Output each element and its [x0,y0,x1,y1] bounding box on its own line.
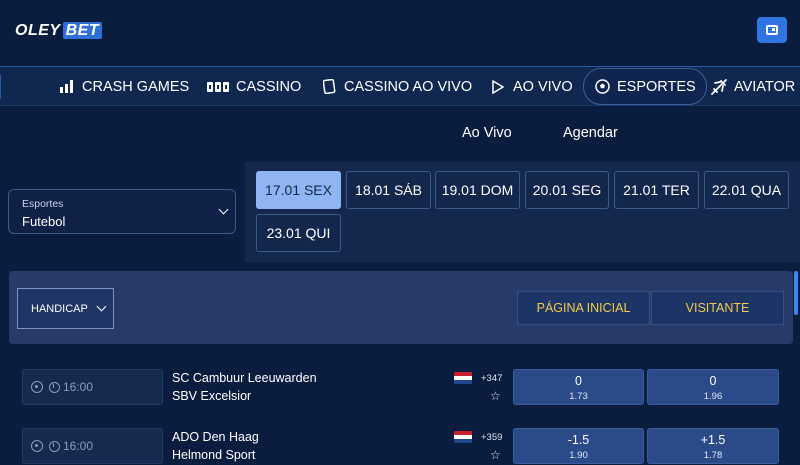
home-team-name[interactable]: ADO Den Haag [172,430,259,444]
date-button[interactable]: 19.01 DOM [435,171,520,209]
chevron-down-icon [96,301,107,312]
tab-ao-vivo[interactable]: Ao Vivo [462,125,512,141]
odds-button-away[interactable]: +1.5 1.78 [647,428,779,464]
soccer-ball-icon [594,79,610,95]
play-icon [490,79,506,95]
star-icon[interactable]: ☆ [490,390,501,402]
date-button[interactable]: 20.01 SEG [525,171,609,209]
bar-chart-icon [59,79,75,95]
date-button[interactable]: 18.01 SÁB [346,171,431,209]
home-column-header: PÁGINA INICIAL [517,291,650,325]
sport-select[interactable]: Esportes Futebol [8,189,236,234]
match-time: 16:00 [22,428,163,464]
match-time: 16:00 [22,369,163,405]
nav-item-ao-vivo[interactable]: AO VIVO [490,67,573,106]
match-time-value: 16:00 [63,439,94,453]
date-button[interactable]: 22.01 QUA [704,171,789,209]
home-team-name[interactable]: SC Cambuur Leeuwarden [172,371,317,385]
sport-select-label: Esportes [22,198,64,210]
more-bets-link[interactable]: +359 [481,432,502,443]
tab-agendar[interactable]: Agendar [563,125,618,141]
date-button[interactable]: 17.01 SEX [256,171,341,209]
soccer-ball-icon [31,440,43,452]
nav-label: AVIATOR [734,78,796,95]
odds-button-home[interactable]: -1.5 1.90 [513,428,644,464]
main-nav: CRASH GAMES CASSINO CASSINO AO VIVO AO V… [0,66,800,106]
chevron-down-icon [218,204,229,215]
nav-item-crash-games[interactable]: CRASH GAMES [59,67,189,106]
netherlands-flag-icon [454,372,472,384]
logo-accent: BET [62,22,103,39]
odds-value: 1.73 [569,391,588,402]
odds-button-away[interactable]: 0 1.96 [647,369,779,405]
sport-select-value: Futebol [22,214,66,229]
wallet-button[interactable] [757,17,787,43]
handicap-line: -1.5 [567,433,590,447]
handicap-line: +1.5 [700,433,726,447]
market-select[interactable]: HANDICAP [17,288,114,329]
date-button[interactable]: 23.01 QUI [256,214,341,252]
nav-item-esportes[interactable]: ESPORTES [583,68,707,105]
nav-item-cassino[interactable]: CASSINO [207,67,301,106]
logo-main: OLEY [15,22,61,39]
nav-item-aviator[interactable]: AVIATOR [711,67,795,106]
nav-label: CASSINO AO VIVO [344,78,473,95]
slot-reels-icon [207,79,229,95]
odds-value: 1.96 [703,391,723,402]
wallet-icon [766,25,778,35]
nav-label: AO VIVO [513,78,573,95]
netherlands-flag-icon [454,431,472,443]
away-team-name[interactable]: Helmond Sport [172,448,255,462]
away-column-header: VISITANTE [651,291,784,325]
star-icon[interactable]: ☆ [490,449,501,461]
clock-icon [49,440,60,452]
odds-button-home[interactable]: 0 1.73 [513,369,644,405]
nav-label: ESPORTES [617,78,696,95]
nav-label: CASSINO [236,78,302,95]
playing-card-icon [321,79,337,95]
nav-item-cassino-ao-vivo[interactable]: CASSINO AO VIVO [321,67,472,106]
clock-icon [49,381,60,393]
nav-divider [0,75,1,99]
top-bar: OLEY BET [0,0,800,66]
soccer-ball-icon [31,381,43,393]
more-bets-link[interactable]: +347 [481,373,502,384]
odds-value: 1.90 [569,450,588,461]
nav-label: CRASH GAMES [82,78,190,95]
market-select-value: HANDICAP [31,302,88,315]
handicap-line: 0 [709,374,717,388]
date-button[interactable]: 21.01 TER [614,171,699,209]
away-team-name[interactable]: SBV Excelsior [172,389,251,403]
airplane-icon [711,78,727,95]
sub-tabs: Ao Vivo Agendar [0,106,800,162]
handicap-line: 0 [575,374,582,388]
scrollbar-thumb[interactable] [794,271,798,315]
odds-value: 1.78 [703,450,723,461]
logo[interactable]: OLEY BET [15,22,103,40]
match-time-value: 16:00 [63,380,94,394]
